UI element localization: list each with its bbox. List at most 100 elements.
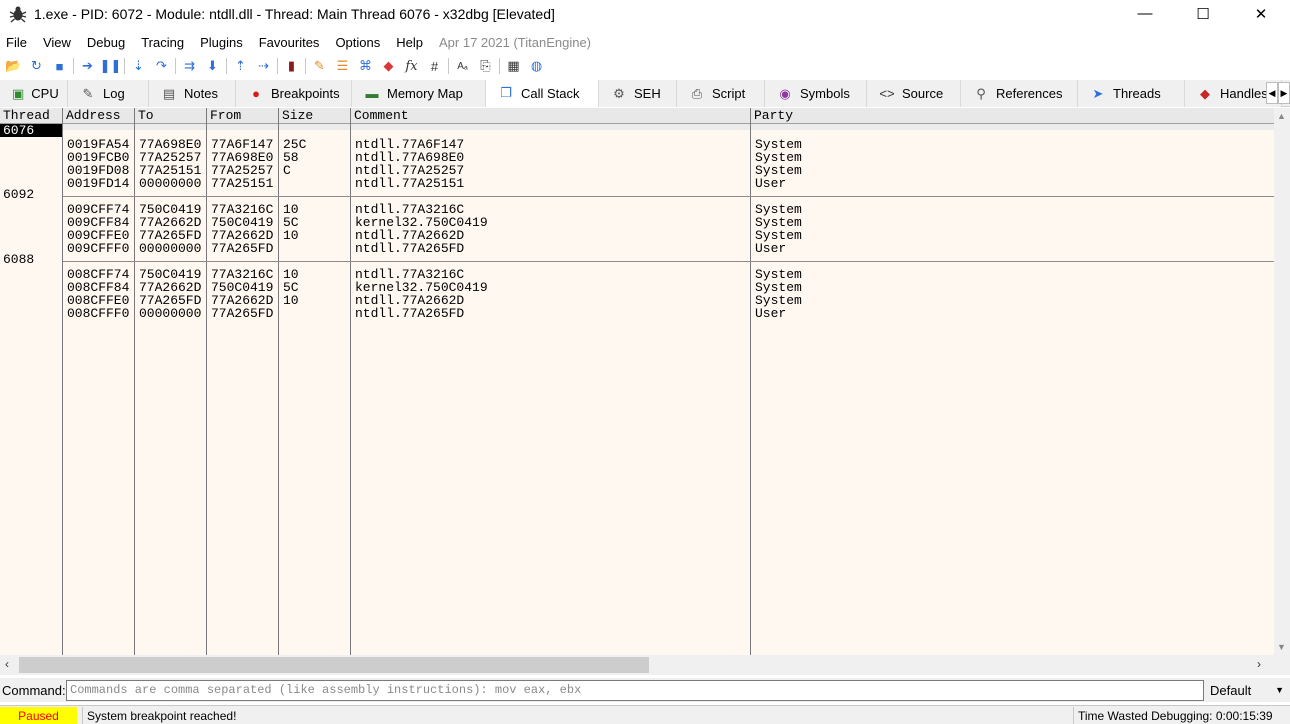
tab-label: Handles [1220,86,1268,101]
breakpoint-icon: ● [252,86,260,101]
label-icon[interactable]: ☰ [331,55,354,77]
column-header-size[interactable]: Size [279,108,351,124]
toolbar-separator [226,58,227,74]
pause-icon[interactable]: ❚❚ [99,55,122,77]
cell-party: User [755,176,787,191]
tab-call-stack[interactable]: ❐ Call Stack [486,80,599,107]
symbols-icon: ◉ [779,85,791,101]
tab-notes[interactable]: ▤ Notes [149,80,236,107]
tab-source[interactable]: <> Source [867,80,961,107]
tab-script[interactable]: ⎙ Script [677,80,765,107]
cell-size: C [283,163,291,178]
run-icon[interactable]: ➔ [76,55,99,77]
cell-comment: ntdll.77A25151 [355,176,465,191]
toolbar-separator [499,58,500,74]
stop-icon[interactable]: ■ [48,55,71,77]
comment-icon[interactable]: ✎ [308,55,331,77]
breakpoint-tag-icon[interactable]: ◆ [377,55,400,77]
column-header-to[interactable]: To [135,108,207,124]
toolbar-separator [175,58,176,74]
bookmark-icon[interactable]: ⌘ [354,55,377,77]
cell-size: 10 [283,228,299,243]
command-mode-select[interactable]: Default ▼ [1208,680,1288,701]
column-divider [350,108,351,655]
maximize-button[interactable]: ☐ [1174,0,1232,27]
restart-icon[interactable]: ↻ [25,55,48,77]
tab-threads[interactable]: ➤ Threads [1078,80,1185,107]
patch-icon[interactable]: ⎘ [474,55,497,77]
tab-cpu[interactable]: ▣ CPU [0,80,68,107]
thread-id-6092[interactable]: 6092 [3,188,34,201]
tab-label: Source [902,86,944,101]
window-controls: — ☐ ✕ [1116,0,1290,27]
cell-from: 77A25151 [211,176,274,191]
menu-file[interactable]: File [6,35,35,50]
scroll-up-icon[interactable]: ▲ [1277,111,1286,121]
script-icon: ⎙ [691,85,703,101]
column-divider [206,108,207,655]
menu-debug[interactable]: Debug [87,35,133,50]
calculator-icon[interactable]: ▦ [502,55,525,77]
tab-label: Threads [1113,86,1161,101]
tab-breakpoints[interactable]: ● Breakpoints [236,80,352,107]
tab-label: Call Stack [521,85,580,101]
tab-log[interactable]: ✎ Log [68,80,149,107]
tab-seh[interactable]: ⚙ SEH [599,80,677,107]
font-size-icon[interactable]: Aₐ [451,55,474,77]
execute-till-return-icon[interactable]: ⇡ [229,55,252,77]
toolbar-separator [124,58,125,74]
column-header-comment[interactable]: Comment [351,108,751,124]
cell-size: 10 [283,293,299,308]
cell-comment: ntdll.77A265FD [355,306,465,321]
horizontal-scrollbar[interactable]: ‹ › [0,655,1290,675]
menu-options[interactable]: Options [335,35,388,50]
vertical-scrollbar[interactable]: ▲ ▼ [1274,108,1290,655]
scroll-left-icon[interactable]: ‹ [5,657,9,671]
scroll-down-icon[interactable]: ▼ [1277,642,1286,652]
window-title: 1.exe - PID: 6072 - Module: ntdll.dll - … [34,5,555,22]
scroll-right-icon[interactable]: › [1257,657,1261,671]
debug-state-badge: Paused [0,707,77,724]
memory-map-icon: ▬ [365,86,379,101]
menu-favourites[interactable]: Favourites [259,35,328,50]
step-over-icon[interactable]: ↷ [150,55,173,77]
build-date: Apr 17 2021 (TitanEngine) [439,34,592,50]
tab-label: Log [103,86,125,101]
minimize-button[interactable]: — [1116,0,1174,27]
table-header: Thread Address To From Size Comment Part… [0,108,1274,124]
trace-over-icon[interactable]: ⬇ [201,55,224,77]
run-to-user-code-icon[interactable]: ⇢ [252,55,275,77]
open-folder-icon[interactable]: 📂 [2,55,25,77]
tab-memory-map[interactable]: ▬ Memory Map [352,80,486,107]
toolbar-separator [277,58,278,74]
step-into-icon[interactable]: ⇣ [127,55,150,77]
globe-icon[interactable]: ◍ [525,55,548,77]
column-header-from[interactable]: From [207,108,279,124]
command-mode-value: Default [1210,682,1252,698]
tab-references[interactable]: ⚲ References [961,80,1078,107]
menu-tracing[interactable]: Tracing [141,35,192,50]
thread-id-6088[interactable]: 6088 [3,253,34,266]
menu-view[interactable]: View [43,35,79,50]
call-stack-table[interactable]: Thread Address To From Size Comment Part… [0,108,1274,655]
column-header-address[interactable]: Address [63,108,135,124]
trace-into-icon[interactable]: ⇉ [178,55,201,77]
menu-plugins[interactable]: Plugins [200,35,251,50]
column-header-thread[interactable]: Thread [0,108,63,124]
tab-scroll-right-icon[interactable]: ▶ [1278,82,1290,104]
function-icon[interactable]: fx [400,55,423,77]
tab-scroll-left-icon[interactable]: ◀ [1266,82,1278,104]
close-button[interactable]: ✕ [1232,0,1290,27]
toolbar: 📂 ↻ ■ ➔ ❚❚ ⇣ ↷ ⇉ ⬇ ⇡ ⇢ ▮ ✎ ☰ ⌘ ◆ fx # Aₐ ⎘ ▦ ◍ [0,55,1290,77]
scylla-icon[interactable]: ▮ [280,55,303,77]
cpu-icon: ▣ [12,85,25,101]
hash-icon[interactable]: # [423,55,446,77]
thread-id-6076[interactable]: 6076 [0,124,62,137]
horizontal-scroll-thumb[interactable] [19,657,649,673]
command-input[interactable]: Commands are comma separated (like assem… [66,679,1204,701]
tab-label: CPU [31,86,59,101]
tab-label: Breakpoints [271,86,340,101]
column-header-party[interactable]: Party [751,108,1274,124]
tab-symbols[interactable]: ◉ Symbols [765,80,867,107]
menu-help[interactable]: Help [396,35,431,50]
